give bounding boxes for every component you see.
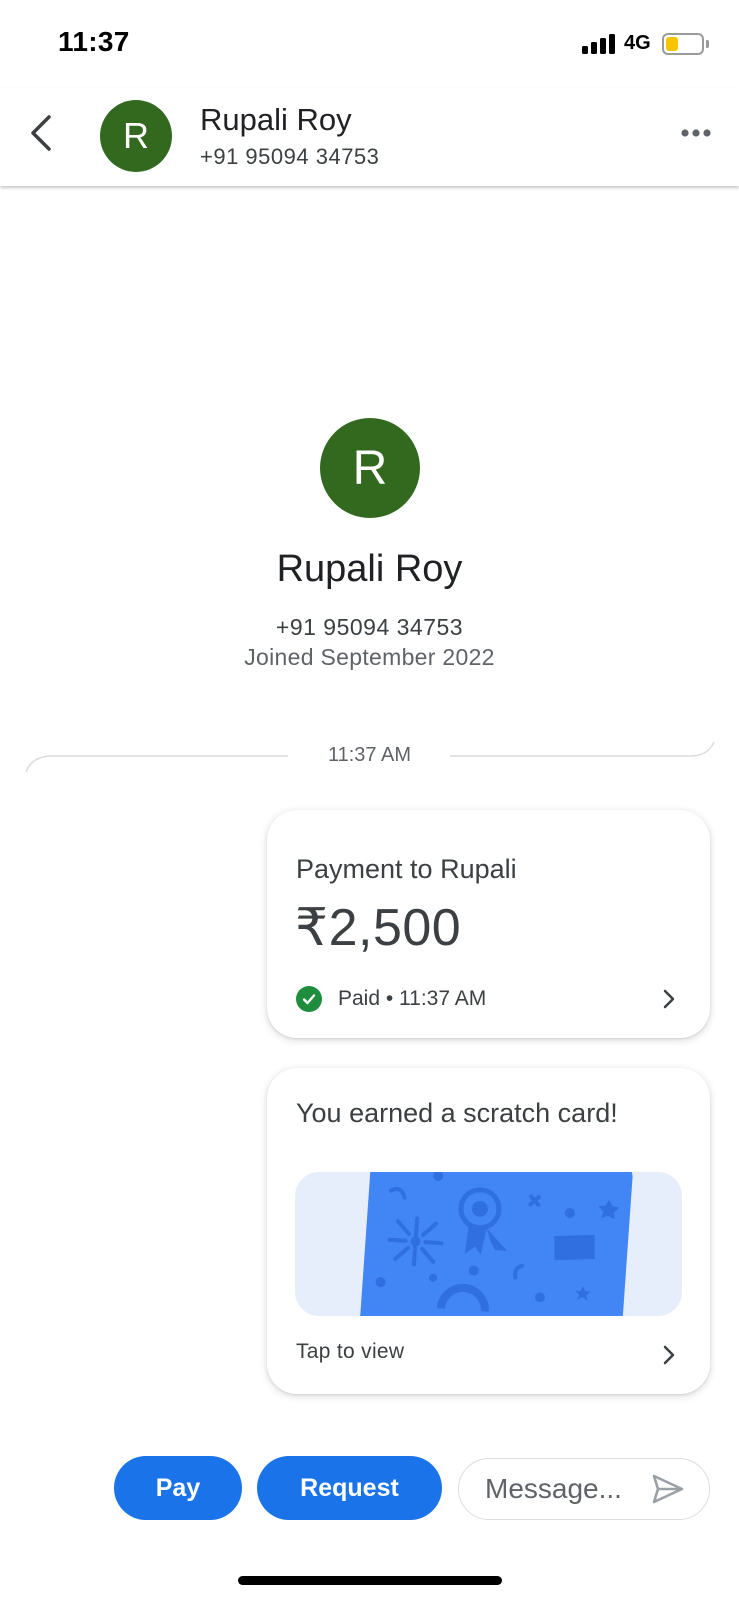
status-time: 11:37: [58, 26, 130, 57]
payment-card[interactable]: Payment to Rupali ₹2,500 Paid • 11:37 AM: [267, 810, 710, 1038]
payment-status-row: Paid • 11:37 AM: [296, 986, 486, 1012]
payment-status: Paid • 11:37 AM: [338, 987, 487, 1010]
profile-phone: +91 95094 34753: [275, 614, 464, 640]
profile-avatar: R: [320, 418, 420, 518]
request-button[interactable]: Request: [257, 1456, 442, 1520]
app-header: R Rupali Roy +91 95094 34753: [0, 88, 739, 186]
contact-phone: +91 95094 34753: [200, 144, 380, 169]
cellular-signal-icon: [582, 34, 616, 54]
payment-title: Payment to Rupali: [296, 854, 517, 884]
home-indicator[interactable]: [238, 1576, 502, 1585]
pay-button[interactable]: Pay: [114, 1456, 242, 1520]
tap-to-view-label: Tap to view: [296, 1340, 405, 1363]
send-icon: [652, 1474, 684, 1504]
scratch-card-illustration: [358, 1172, 633, 1316]
send-button[interactable]: [651, 1473, 685, 1505]
message-input[interactable]: [485, 1459, 645, 1518]
battery-icon: [662, 33, 704, 55]
more-options-button[interactable]: [676, 118, 716, 148]
more-horizontal-icon: [681, 129, 711, 137]
contact-name: Rupali Roy: [200, 102, 352, 137]
conversation-timestamp: 11:37 AM: [327, 744, 412, 766]
header-avatar[interactable]: R: [100, 100, 172, 172]
chevron-right-icon: [663, 989, 675, 1009]
network-type: 4G: [624, 32, 651, 54]
profile-name: Rupali Roy: [276, 548, 463, 590]
battery-fill: [666, 37, 678, 51]
payment-amount: ₹2,500: [295, 899, 462, 957]
chevron-left-icon: [31, 115, 51, 151]
message-box: [458, 1458, 710, 1520]
scratch-card-image[interactable]: [295, 1172, 682, 1316]
scratch-card-title: You earned a scratch card!: [296, 1098, 618, 1128]
battery-cap: [706, 40, 709, 48]
chevron-right-icon: [663, 1345, 675, 1365]
back-button[interactable]: [20, 110, 60, 156]
status-bar: 11:37 4G: [0, 0, 739, 88]
scratch-card-panel[interactable]: You earned a scratch card! Tap to view: [267, 1068, 710, 1394]
check-circle-icon: [296, 986, 322, 1012]
profile-joined-date: Joined September 2022: [244, 644, 495, 670]
